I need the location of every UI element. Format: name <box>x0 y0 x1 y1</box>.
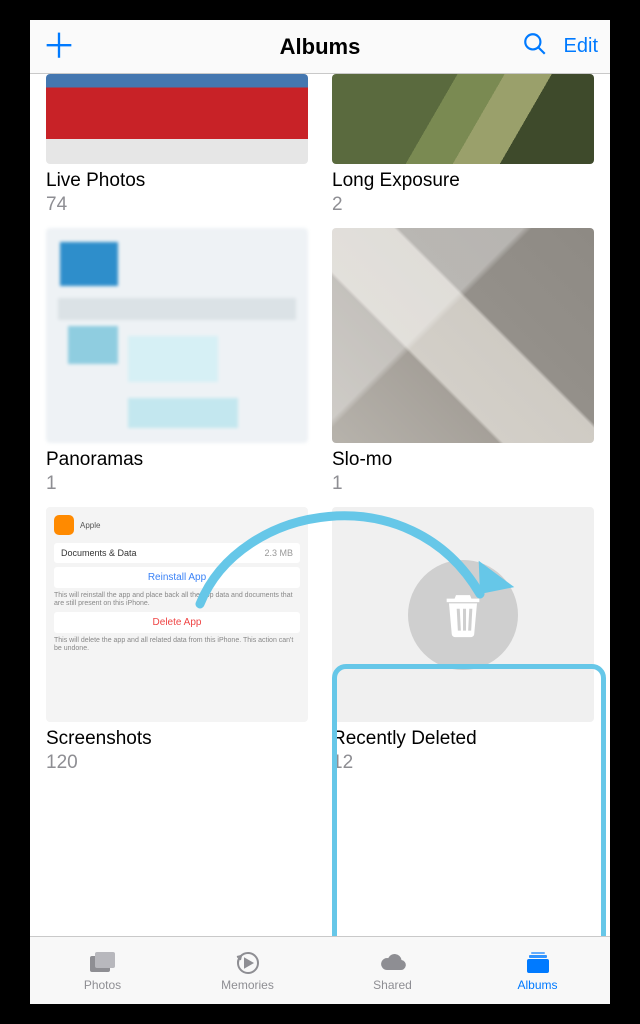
album-count: 120 <box>46 752 308 774</box>
screenshot-reinstall-note: This will reinstall the app and place ba… <box>54 592 300 608</box>
album-title: Live Photos <box>46 170 308 192</box>
tab-shared[interactable]: Shared <box>320 937 465 1004</box>
albums-grid-container: Live Photos 74 Long Exposure 2 Panoramas… <box>30 74 610 936</box>
album-thumbnail: Apple Documents & Data 2.3 MB Reinstall … <box>46 507 308 722</box>
add-album-button[interactable]: ＋ <box>42 30 76 64</box>
tab-label: Albums <box>517 978 557 992</box>
album-count: 2 <box>332 194 594 216</box>
screenshot-vendor-label: Apple <box>80 521 100 530</box>
screenshot-delete-label: Delete App <box>54 612 300 633</box>
tab-bar: Photos Memories Shared Albums <box>30 936 610 1004</box>
edit-button[interactable]: Edit <box>564 35 598 58</box>
album-thumbnail <box>332 507 594 722</box>
album-slomo[interactable]: Slo-mo 1 <box>332 228 594 495</box>
album-thumbnail <box>332 228 594 443</box>
search-button[interactable] <box>522 31 548 62</box>
photos-icon <box>88 950 118 976</box>
album-title: Screenshots <box>46 728 308 750</box>
album-panoramas[interactable]: Panoramas 1 <box>46 228 308 495</box>
album-screenshots[interactable]: Apple Documents & Data 2.3 MB Reinstall … <box>46 507 308 774</box>
album-recently-deleted[interactable]: Recently Deleted 12 <box>332 507 594 774</box>
search-icon <box>522 31 548 57</box>
app-window: ＋ Albums Edit Live Photos 74 Long Exposu… <box>30 20 610 1004</box>
screenshot-reinstall-label: Reinstall App <box>54 567 300 588</box>
album-title: Long Exposure <box>332 170 594 192</box>
album-thumbnail <box>332 74 594 164</box>
album-thumbnail <box>46 228 308 443</box>
album-title: Panoramas <box>46 449 308 471</box>
album-title: Recently Deleted <box>332 728 594 750</box>
tab-memories[interactable]: Memories <box>175 937 320 1004</box>
album-count: 1 <box>332 473 594 495</box>
memories-icon <box>233 950 263 976</box>
album-count: 1 <box>46 473 308 495</box>
screenshot-row-value: 2.3 MB <box>264 548 293 558</box>
tab-albums[interactable]: Albums <box>465 937 610 1004</box>
page-title: Albums <box>162 34 478 60</box>
album-title: Slo-mo <box>332 449 594 471</box>
screenshot-row-label: Documents & Data <box>61 548 137 558</box>
tab-label: Photos <box>84 978 121 992</box>
albums-icon <box>523 950 553 976</box>
trash-icon <box>408 560 518 670</box>
tab-label: Memories <box>221 978 274 992</box>
album-count: 74 <box>46 194 308 216</box>
tab-photos[interactable]: Photos <box>30 937 175 1004</box>
tab-label: Shared <box>373 978 412 992</box>
cloud-icon <box>378 950 408 976</box>
album-live-photos[interactable]: Live Photos 74 <box>46 74 308 216</box>
album-thumbnail <box>46 74 308 164</box>
album-count: 12 <box>332 752 594 774</box>
screenshot-delete-note: This will delete the app and all related… <box>54 637 300 653</box>
navbar: ＋ Albums Edit <box>30 20 610 74</box>
album-long-exposure[interactable]: Long Exposure 2 <box>332 74 594 216</box>
